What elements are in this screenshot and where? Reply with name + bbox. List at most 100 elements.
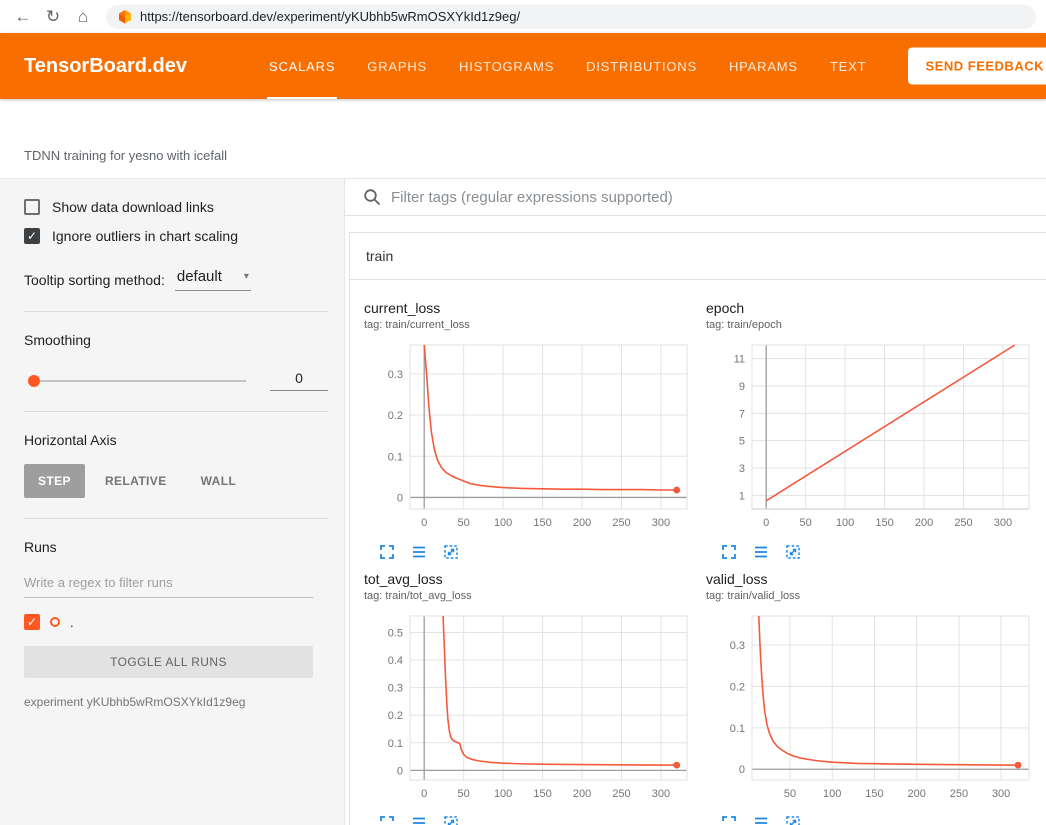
svg-text:0.3: 0.3	[388, 683, 403, 695]
svg-text:0: 0	[397, 765, 403, 777]
send-feedback-button[interactable]: SEND FEEDBACK	[908, 48, 1046, 85]
fit-domain-icon[interactable]	[442, 814, 460, 825]
chart-tag: tag: train/tot_avg_loss	[364, 590, 696, 602]
fit-domain-icon[interactable]	[442, 543, 460, 561]
tag-group-header[interactable]: train	[350, 233, 1046, 280]
fit-domain-icon[interactable]	[784, 543, 802, 561]
svg-text:50: 50	[458, 517, 470, 529]
svg-text:150: 150	[865, 788, 883, 800]
chart-plot[interactable]: 00.10.20.30.40.5050100150200250300	[364, 610, 696, 806]
svg-text:200: 200	[915, 517, 933, 529]
smoothing-row: 0	[24, 370, 328, 391]
log-scale-icon[interactable]	[752, 814, 770, 825]
svg-text:150: 150	[875, 517, 893, 529]
fit-domain-icon[interactable]	[784, 814, 802, 825]
svg-text:1: 1	[739, 490, 745, 502]
chart-title: current_loss	[364, 300, 696, 316]
expand-chart-icon[interactable]	[378, 814, 396, 825]
expand-chart-icon[interactable]	[378, 543, 396, 561]
horizontal-axis-toggle: STEP RELATIVE WALL	[24, 464, 344, 498]
svg-text:0: 0	[421, 788, 427, 800]
tab-distributions[interactable]: DISTRIBUTIONS	[570, 33, 713, 99]
content: Show data download links ✓ Ignore outlie…	[0, 178, 1046, 825]
svg-text:250: 250	[950, 788, 968, 800]
svg-text:0.5: 0.5	[388, 628, 403, 640]
chart-toolbar	[364, 806, 696, 825]
tab-graphs[interactable]: GRAPHS	[351, 33, 443, 99]
chart-card-valid_loss: valid_losstag: train/valid_loss00.10.20.…	[706, 571, 1038, 825]
toggle-all-runs-button[interactable]: TOGGLE ALL RUNS	[24, 646, 313, 678]
expand-chart-icon[interactable]	[720, 543, 738, 561]
svg-text:100: 100	[494, 517, 512, 529]
chevron-down-icon: ▾	[244, 271, 249, 282]
run-checkbox[interactable]: ✓	[24, 614, 40, 630]
ignore-outliers-checkbox[interactable]: ✓ Ignore outliers in chart scaling	[24, 228, 344, 244]
svg-text:100: 100	[823, 788, 841, 800]
smoothing-value[interactable]: 0	[270, 370, 328, 391]
search-icon	[363, 188, 381, 206]
svg-text:300: 300	[652, 517, 670, 529]
url-text: https://tensorboard.dev/experiment/yKUbh…	[140, 9, 520, 24]
show-download-links-checkbox[interactable]: Show data download links	[24, 199, 344, 215]
chart-card-epoch: epochtag: train/epoch1357911050100150200…	[706, 300, 1038, 567]
reload-icon[interactable]: ↻	[40, 7, 66, 27]
svg-text:200: 200	[908, 788, 926, 800]
smoothing-label: Smoothing	[24, 332, 344, 348]
chart-toolbar	[706, 806, 1038, 825]
svg-text:0.1: 0.1	[388, 738, 403, 750]
experiment-title: TDNN training for yesno with icefall	[0, 99, 1046, 178]
svg-text:0.1: 0.1	[388, 451, 403, 463]
chart-title: valid_loss	[706, 571, 1038, 587]
main-panel: train current_loss tag: train/current_los…	[345, 179, 1046, 825]
log-scale-icon[interactable]	[410, 814, 428, 825]
divider	[24, 518, 328, 519]
tooltip-sorting-dropdown[interactable]: default ▾	[175, 268, 251, 291]
svg-text:250: 250	[612, 788, 630, 800]
checkbox-checked-icon: ✓	[24, 228, 40, 244]
tab-hparams[interactable]: HPARAMS	[713, 33, 814, 99]
smoothing-slider[interactable]	[34, 380, 246, 382]
chart-plot[interactable]: 00.10.20.350100150200250300	[706, 610, 1038, 806]
log-scale-icon[interactable]	[752, 543, 770, 561]
svg-text:9: 9	[739, 381, 745, 393]
svg-text:50: 50	[784, 788, 796, 800]
svg-text:200: 200	[573, 788, 591, 800]
svg-text:300: 300	[652, 788, 670, 800]
slider-thumb[interactable]	[28, 375, 40, 387]
svg-text:100: 100	[836, 517, 854, 529]
svg-text:0: 0	[397, 492, 403, 504]
tag-group-card: train current_loss tag: train/current_los…	[349, 232, 1046, 825]
tag-filter-row	[345, 179, 1046, 216]
home-icon[interactable]: ⌂	[70, 7, 96, 27]
tab-text[interactable]: TEXT	[814, 33, 882, 99]
chart-plot[interactable]: 00.10.20.3050100150200250300	[364, 339, 696, 535]
checkbox-label: Ignore outliers in chart scaling	[52, 228, 238, 244]
svg-text:0.2: 0.2	[388, 710, 403, 722]
chart-plot[interactable]: 1357911050100150200250300	[706, 339, 1038, 535]
chart-tag: tag: train/current_loss	[364, 319, 696, 331]
run-color-swatch	[50, 617, 60, 627]
app-header: TensorBoard.dev SCALARSGRAPHSHISTOGRAMSD…	[0, 33, 1046, 99]
experiment-note: experiment yKUbhb5wRmOSXYkId1z9eg	[24, 695, 344, 709]
browser-chrome: ← ↻ ⌂ https://tensorboard.dev/experiment…	[0, 0, 1046, 33]
svg-text:50: 50	[800, 517, 812, 529]
axis-step-button[interactable]: STEP	[24, 464, 85, 498]
runs-filter-input[interactable]	[24, 569, 313, 598]
svg-text:150: 150	[533, 517, 551, 529]
svg-text:300: 300	[992, 788, 1010, 800]
url-bar[interactable]: https://tensorboard.dev/experiment/yKUbh…	[106, 5, 1036, 29]
chart-card-current_loss: current_losstag: train/current_loss00.10…	[364, 300, 696, 567]
checkbox-label: Show data download links	[52, 199, 214, 215]
run-list-item: ✓ .	[24, 614, 344, 630]
app-brand: TensorBoard.dev	[24, 55, 187, 78]
back-icon[interactable]: ←	[10, 7, 36, 27]
expand-chart-icon[interactable]	[720, 814, 738, 825]
svg-text:0.1: 0.1	[730, 723, 745, 735]
axis-wall-button[interactable]: WALL	[187, 464, 251, 498]
tab-scalars[interactable]: SCALARS	[253, 33, 351, 99]
axis-relative-button[interactable]: RELATIVE	[91, 464, 181, 498]
tag-filter-input[interactable]	[391, 189, 1030, 206]
svg-text:50: 50	[458, 788, 470, 800]
tab-histograms[interactable]: HISTOGRAMS	[443, 33, 570, 99]
log-scale-icon[interactable]	[410, 543, 428, 561]
